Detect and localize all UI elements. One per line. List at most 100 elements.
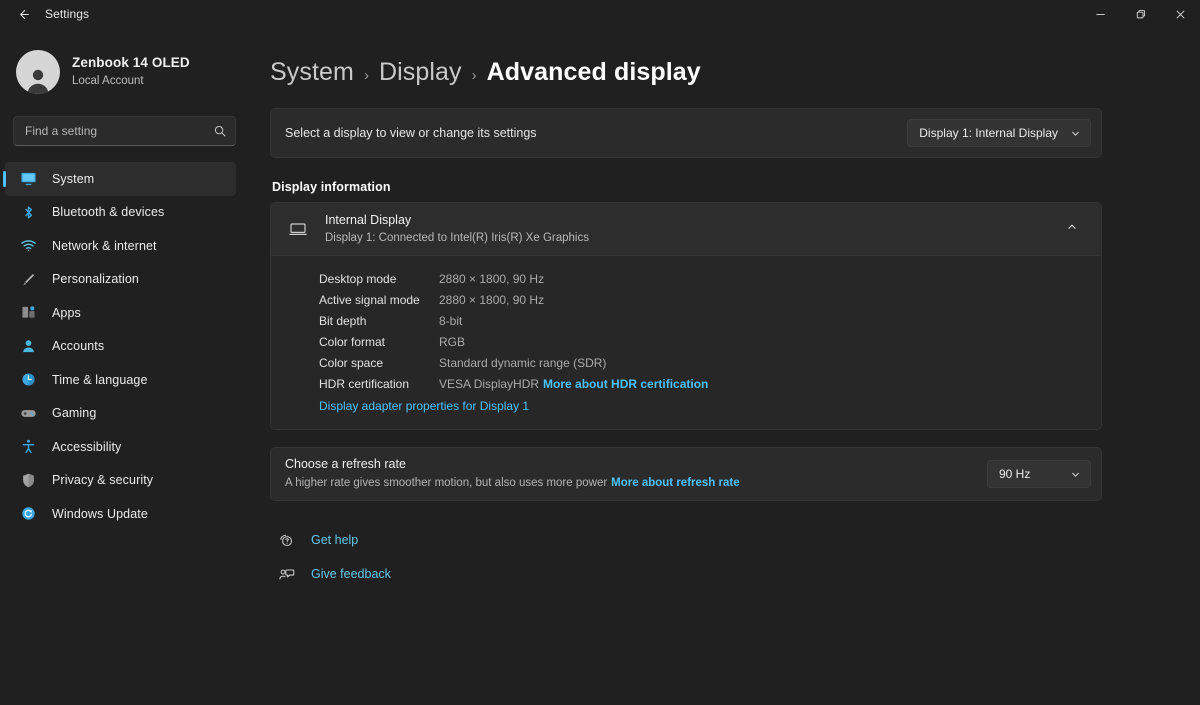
- sidebar-item-system[interactable]: System: [5, 162, 236, 196]
- sidebar-nav: System Bluetooth & devices Network & int…: [0, 162, 248, 531]
- get-help-row[interactable]: Get help: [274, 525, 1102, 555]
- person-avatar-icon: [23, 65, 53, 94]
- refresh-rate-dropdown[interactable]: 90 Hz: [987, 460, 1091, 488]
- restore-button[interactable]: [1120, 0, 1160, 28]
- sidebar-item-label: Privacy & security: [52, 473, 154, 488]
- sidebar-item-accessibility[interactable]: Accessibility: [5, 430, 236, 464]
- sidebar: Zenbook 14 OLED Local Account Find a set…: [0, 28, 248, 705]
- detail-key: Color format: [319, 334, 386, 349]
- internal-display-title: Internal Display: [325, 213, 412, 228]
- detail-value: 8-bit: [439, 313, 463, 328]
- breadcrumb-separator: ›: [471, 67, 477, 84]
- sidebar-item-privacy-security[interactable]: Privacy & security: [5, 464, 236, 498]
- back-arrow-icon: [16, 7, 31, 22]
- sidebar-item-label: Accounts: [52, 339, 105, 354]
- sidebar-item-bluetooth-devices[interactable]: Bluetooth & devices: [5, 196, 236, 230]
- system-icon: [18, 169, 38, 189]
- display-information-card: Internal Display Display 1: Connected to…: [270, 202, 1102, 430]
- chevron-down-icon: [1070, 469, 1081, 480]
- main-content: System › Display › Advanced display Sele…: [248, 28, 1200, 705]
- refresh-rate-value: 90 Hz: [999, 467, 1031, 481]
- sidebar-item-label: Windows Update: [52, 506, 148, 521]
- display-details-body: Desktop mode 2880 × 1800, 90 Hz Active s…: [271, 255, 1101, 429]
- sidebar-item-windows-update[interactable]: Windows Update: [5, 497, 236, 531]
- display-selector-value: Display 1: Internal Display: [919, 126, 1058, 140]
- accessibility-person-icon: [18, 437, 38, 457]
- sidebar-item-label: System: [52, 171, 95, 186]
- search-box[interactable]: [13, 116, 236, 146]
- detail-value: 2880 × 1800, 90 Hz: [439, 292, 545, 307]
- settings-content: Select a display to view or change its s…: [248, 108, 1200, 589]
- breadcrumb: System › Display › Advanced display: [248, 28, 1200, 87]
- internal-display-header[interactable]: Internal Display Display 1: Connected to…: [271, 203, 1101, 255]
- sidebar-item-time-language[interactable]: Time & language: [5, 363, 236, 397]
- detail-key: Bit depth: [319, 313, 367, 328]
- give-feedback-label: Give feedback: [311, 567, 391, 581]
- sidebar-item-gaming[interactable]: Gaming: [5, 397, 236, 431]
- internal-display-subtitle: Display 1: Connected to Intel(R) Iris(R)…: [325, 231, 589, 244]
- detail-key: Color space: [319, 355, 384, 370]
- apps-icon: [18, 303, 38, 323]
- detail-value: VESA DisplayHDR More about HDR certificat…: [439, 377, 708, 391]
- bluetooth-icon: [18, 202, 38, 222]
- search-input[interactable]: [25, 124, 213, 138]
- chevron-up-icon: [1066, 220, 1078, 238]
- laptop-display-icon: [285, 218, 311, 240]
- display-selector-card: Select a display to view or change its s…: [270, 108, 1102, 158]
- sidebar-item-personalization[interactable]: Personalization: [5, 263, 236, 297]
- give-feedback-row[interactable]: Give feedback: [274, 559, 1102, 589]
- breadcrumb-display[interactable]: Display: [379, 58, 462, 87]
- sidebar-item-label: Apps: [52, 305, 81, 320]
- detail-row: Color space Standard dynamic range (SDR): [271, 352, 1101, 373]
- windows-update-refresh-icon: [18, 504, 38, 524]
- detail-value: 2880 × 1800, 90 Hz: [439, 271, 545, 286]
- detail-key: Desktop mode: [319, 271, 397, 286]
- app-shell: Zenbook 14 OLED Local Account Find a set…: [0, 28, 1200, 705]
- detail-value: Standard dynamic range (SDR): [439, 355, 607, 370]
- minimize-button[interactable]: [1080, 0, 1120, 28]
- help-links: Get help Give feedback: [270, 525, 1102, 589]
- display-selector-label: Select a display to view or change its s…: [285, 126, 537, 140]
- refresh-rate-description-text: A higher rate gives smoother motion, but…: [285, 477, 608, 490]
- give-feedback-icon: [274, 566, 298, 583]
- sidebar-item-label: Bluetooth & devices: [52, 205, 165, 220]
- app-title: Settings: [45, 7, 90, 21]
- breadcrumb-system[interactable]: System: [270, 58, 354, 87]
- avatar: [16, 50, 60, 94]
- collapse-expand-button[interactable]: [1057, 214, 1087, 244]
- refresh-rate-card: Choose a refresh rate A higher rate give…: [270, 447, 1102, 501]
- sidebar-item-label: Personalization: [52, 272, 139, 287]
- detail-row: Active signal mode 2880 × 1800, 90 Hz: [271, 289, 1101, 310]
- refresh-rate-title: Choose a refresh rate: [285, 457, 406, 472]
- display-information-title: Display information: [272, 180, 391, 194]
- page-title: Advanced display: [486, 58, 701, 86]
- account-subtitle: Local Account: [72, 75, 144, 88]
- gaming-controller-icon: [18, 403, 38, 423]
- sidebar-item-network-internet[interactable]: Network & internet: [5, 229, 236, 263]
- sidebar-item-label: Network & internet: [52, 238, 157, 253]
- detail-row: Desktop mode 2880 × 1800, 90 Hz: [271, 268, 1101, 289]
- hdr-certification-link[interactable]: More about HDR certification: [543, 377, 708, 391]
- privacy-shield-icon: [18, 470, 38, 490]
- sidebar-item-label: Time & language: [52, 372, 148, 387]
- accounts-person-icon: [18, 336, 38, 356]
- display-adapter-properties-link[interactable]: Display adapter properties for Display 1: [271, 399, 529, 413]
- display-selector-dropdown[interactable]: Display 1: Internal Display: [907, 119, 1091, 147]
- breadcrumb-separator: ›: [363, 67, 369, 84]
- sidebar-item-apps[interactable]: Apps: [5, 296, 236, 330]
- network-wifi-icon: [18, 236, 38, 256]
- sidebar-item-label: Gaming: [52, 406, 97, 421]
- title-bar: Settings: [0, 0, 1200, 28]
- hdr-certification-value: VESA DisplayHDR: [439, 376, 540, 391]
- detail-value: RGB: [439, 334, 466, 349]
- sidebar-item-accounts[interactable]: Accounts: [5, 330, 236, 364]
- more-about-refresh-rate-link[interactable]: More about refresh rate: [611, 477, 739, 489]
- close-button[interactable]: [1160, 0, 1200, 28]
- detail-row: Color format RGB: [271, 331, 1101, 352]
- refresh-rate-description: A higher rate gives smoother motion, but…: [285, 476, 740, 492]
- back-button[interactable]: [6, 1, 40, 27]
- detail-row: HDR certification VESA DisplayHDR More ab…: [271, 373, 1101, 394]
- detail-key: Active signal mode: [319, 292, 420, 307]
- account-tile[interactable]: Zenbook 14 OLED Local Account: [0, 38, 248, 100]
- chevron-down-icon: [1070, 128, 1081, 139]
